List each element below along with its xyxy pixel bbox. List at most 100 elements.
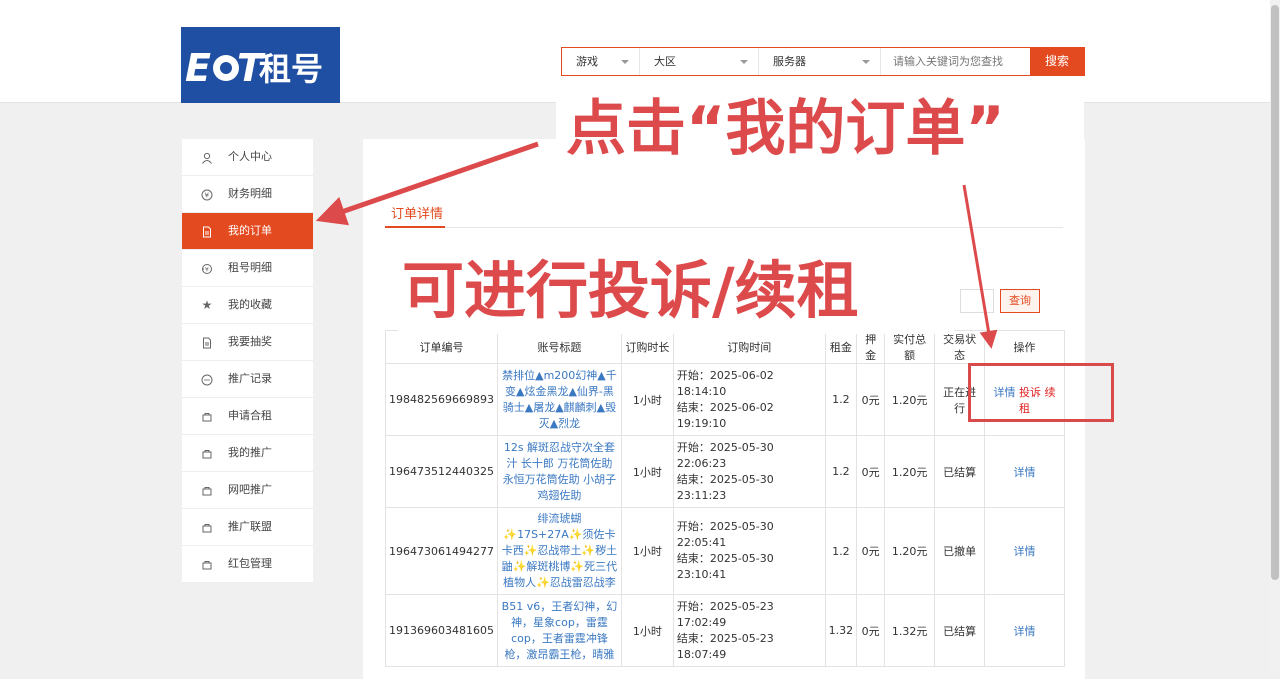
sidebar-item-label: 我的订单 — [228, 224, 272, 237]
order-time: 开始：2025-05-23 17:02:49 结束：2025-05-23 18:… — [672, 594, 826, 667]
table-row: 191369603481605 B51 v6，王者幻神，幻神，星象cop，雷霆c… — [385, 594, 1065, 667]
sidebar-item-my-promotion[interactable]: 我的推广 — [182, 435, 313, 472]
search-button[interactable]: 搜索 — [1030, 48, 1084, 75]
orders-table: 订单编号 账号标题 订购时长 订购时间 租金 押金 实付总额 交易状态 操作 1… — [385, 330, 1065, 667]
sidebar-item-favorites[interactable]: ★ 我的收藏 — [182, 287, 313, 324]
site-logo[interactable]: E T 租号 — [181, 27, 340, 103]
order-time: 开始：2025-05-30 22:06:23 结束：2025-05-30 23:… — [672, 435, 826, 508]
sidebar-item-label: 红包管理 — [228, 557, 272, 570]
game-select[interactable]: 游戏 — [562, 48, 640, 75]
sidebar: 个人中心 ¥ 财务明细 我的订单 ¥ 租号明细 ★ 我的收藏 我要抽奖 推广记录 — [182, 139, 313, 583]
bag-icon — [200, 546, 214, 582]
account-title-link[interactable]: B51 v6，王者幻神，幻神，星象cop，雷霆cop，王者雷霆冲锋枪，激昂霸王枪… — [496, 594, 622, 667]
sidebar-item-label: 网吧推广 — [228, 483, 272, 496]
order-time: 开始：2025-06-02 18:14:10 结束：2025-06-02 19:… — [672, 363, 826, 436]
order-start-time: 开始：2025-05-30 22:05:41 — [676, 520, 774, 549]
sidebar-item-label: 推广联盟 — [228, 520, 272, 533]
order-start-time: 开始：2025-06-02 18:14:10 — [676, 368, 774, 398]
user-icon — [200, 139, 214, 175]
col-header-deposit: 押金 — [856, 330, 886, 364]
svg-text:E: E — [185, 46, 211, 90]
order-rent: 1.2 — [824, 363, 858, 436]
order-time: 开始：2025-05-30 22:05:41 结束：2025-05-30 23:… — [672, 507, 826, 595]
sidebar-item-promo-records[interactable]: 推广记录 — [182, 361, 313, 398]
sidebar-item-apply-shared-rent[interactable]: 申请合租 — [182, 398, 313, 435]
account-title-link[interactable]: 禁排位▲m200幻神▲千变▲炫金黑龙▲仙界-黑骑士▲屠龙▲麒麟刺▲毁灭▲烈龙 — [496, 363, 622, 436]
search-bar: 游戏 大区 服务器 搜索 — [561, 47, 1085, 76]
document-icon — [200, 213, 214, 249]
star-icon: ★ — [201, 298, 213, 312]
sidebar-item-label: 我的推广 — [228, 446, 272, 459]
svg-text:¥: ¥ — [205, 266, 209, 273]
order-rent: 1.2 — [824, 507, 858, 595]
top-links-bar — [180, 0, 1080, 6]
chat-icon — [200, 361, 214, 397]
col-header-title: 账号标题 — [496, 330, 622, 364]
sidebar-item-label: 个人中心 — [228, 150, 272, 163]
document-icon — [200, 324, 214, 360]
account-title-link[interactable]: 12s 解斑忍战守次全套 汁 长十郎 万花筒佐助 永恒万花筒佐助 小胡子 鸡翅佐… — [496, 435, 622, 508]
game-select-label: 游戏 — [576, 55, 598, 68]
region-select-label: 大区 — [654, 55, 676, 68]
page-scrollbar[interactable] — [1270, 0, 1280, 672]
table-row: 196473061494277 绯流琥蝴✨17S+27A✨须佐卡卡西✨忍战带土✨… — [385, 507, 1065, 595]
annotation-complain-renew: 可进行投诉/续租 — [402, 254, 859, 327]
bag-icon — [200, 435, 214, 471]
col-header-rent: 租金 — [824, 330, 858, 364]
sidebar-item-personal-center[interactable]: 个人中心 — [182, 139, 313, 176]
logo-graphic: E T 租号 — [181, 27, 340, 103]
region-select[interactable]: 大区 — [640, 48, 759, 75]
sidebar-item-label: 我要抽奖 — [228, 335, 272, 348]
svg-text:¥: ¥ — [205, 191, 210, 199]
sidebar-item-promo-alliance[interactable]: 推广联盟 — [182, 509, 313, 546]
col-header-actions: 操作 — [984, 330, 1065, 364]
order-total: 1.20元 — [884, 363, 936, 436]
sidebar-item-label: 财务明细 — [228, 187, 272, 200]
order-duration: 1小时 — [620, 435, 674, 508]
order-rent: 1.2 — [824, 435, 858, 508]
search-input[interactable] — [881, 48, 1030, 75]
tab-divider — [385, 227, 1063, 228]
order-actions: 详情 — [984, 594, 1065, 667]
scrollbar-thumb[interactable] — [1271, 5, 1279, 580]
bag-icon — [200, 472, 214, 508]
col-header-order-id: 订单编号 — [385, 330, 498, 364]
order-start-time: 开始：2025-05-30 22:06:23 — [676, 440, 774, 470]
sidebar-item-rent-details[interactable]: ¥ 租号明细 — [182, 250, 313, 287]
account-title-link[interactable]: 绯流琥蝴✨17S+27A✨须佐卡卡西✨忍战带土✨秽土鼬✨解斑桃博✨死三代植物人✨… — [496, 507, 622, 595]
order-actions: 详情 — [984, 507, 1065, 595]
sidebar-item-label: 推广记录 — [228, 372, 272, 385]
sidebar-item-label: 申请合租 — [228, 409, 272, 422]
sidebar-item-lottery[interactable]: 我要抽奖 — [182, 324, 313, 361]
order-total: 1.20元 — [884, 507, 936, 595]
details-link[interactable]: 详情 — [1014, 545, 1036, 558]
order-id: 191369603481605 — [385, 594, 498, 667]
order-rent: 1.32 — [824, 594, 858, 667]
order-deposit: 0元 — [856, 363, 886, 436]
sidebar-item-finance[interactable]: ¥ 财务明细 — [182, 176, 313, 213]
order-duration: 1小时 — [620, 507, 674, 595]
sidebar-item-my-orders[interactable]: 我的订单 — [182, 213, 313, 250]
col-header-status: 交易状态 — [934, 330, 986, 364]
sidebar-item-red-packet[interactable]: 红包管理 — [182, 546, 313, 583]
query-button[interactable]: 查询 — [1000, 289, 1040, 313]
chevron-down-icon — [621, 60, 629, 64]
sidebar-item-label: 我的收藏 — [228, 298, 272, 311]
order-total: 1.20元 — [884, 435, 936, 508]
tab-active-indicator — [385, 226, 445, 228]
bag-icon — [200, 509, 214, 545]
order-start-time: 开始：2025-05-23 17:02:49 — [676, 599, 774, 629]
order-deposit: 0元 — [856, 507, 886, 595]
order-actions: 详情 — [984, 435, 1065, 508]
server-select[interactable]: 服务器 — [759, 48, 881, 75]
tab-order-details[interactable]: 订单详情 — [391, 203, 443, 222]
order-status: 已结算 — [934, 594, 986, 667]
order-end-time: 结束：2025-05-30 23:10:41 — [676, 552, 774, 581]
sidebar-item-netcafe-promotion[interactable]: 网吧推广 — [182, 472, 313, 509]
rent-icon: ¥ — [200, 250, 214, 286]
details-link[interactable]: 详情 — [1014, 466, 1036, 479]
bag-icon — [200, 398, 214, 434]
filter-input[interactable] — [960, 289, 994, 313]
order-id: 196473512440325 — [385, 435, 498, 508]
details-link[interactable]: 详情 — [1014, 625, 1036, 638]
